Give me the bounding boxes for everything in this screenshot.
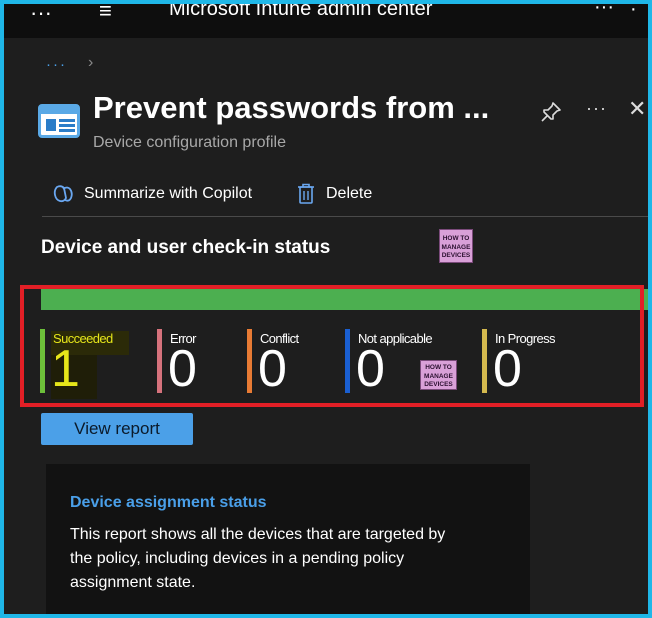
delete-label: Delete (326, 185, 373, 202)
page-title: Prevent passwords from ... (93, 90, 490, 125)
more-icon[interactable]: ··· (586, 98, 607, 119)
annotation-highlight-box (20, 285, 644, 407)
delete-button[interactable]: Delete (296, 182, 372, 206)
settings-more-icon[interactable]: ··· (594, 4, 614, 19)
device-assignment-link[interactable]: Device assignment status (70, 494, 267, 512)
breadcrumb-ellipsis[interactable]: ··· (46, 56, 67, 73)
hamburger-menu-icon[interactable]: ≡ (99, 4, 112, 24)
trash-icon (298, 183, 314, 204)
app-launcher-icon[interactable]: ··· (30, 4, 52, 26)
copilot-label: Summarize with Copilot (84, 185, 253, 202)
copilot-icon (53, 185, 73, 203)
top-bar: ··· ≡ Microsoft Intune admin center ··· … (4, 4, 648, 38)
app-title: Microsoft Intune admin center (169, 4, 433, 20)
close-icon[interactable]: ✕ (628, 96, 646, 122)
profile-icon (38, 104, 80, 138)
breadcrumb-chevron-icon: › (88, 54, 94, 71)
watermark-logo: HOW TO MANAGE DEVICES (439, 229, 473, 263)
app-frame: ··· ≡ Microsoft Intune admin center ··· … (0, 0, 652, 618)
device-assignment-card: Device assignment status This report sho… (46, 464, 530, 614)
view-report-button[interactable]: View report (41, 413, 193, 445)
checkin-status-title: Device and user check-in status (41, 237, 331, 258)
account-icon[interactable]: · (630, 4, 637, 21)
pin-icon[interactable] (539, 100, 563, 124)
summarize-copilot-button[interactable]: Summarize with Copilot (52, 182, 252, 206)
page-subtitle: Device configuration profile (93, 134, 286, 151)
device-assignment-description: This report shows all the devices that a… (70, 526, 446, 591)
command-divider (42, 216, 648, 217)
